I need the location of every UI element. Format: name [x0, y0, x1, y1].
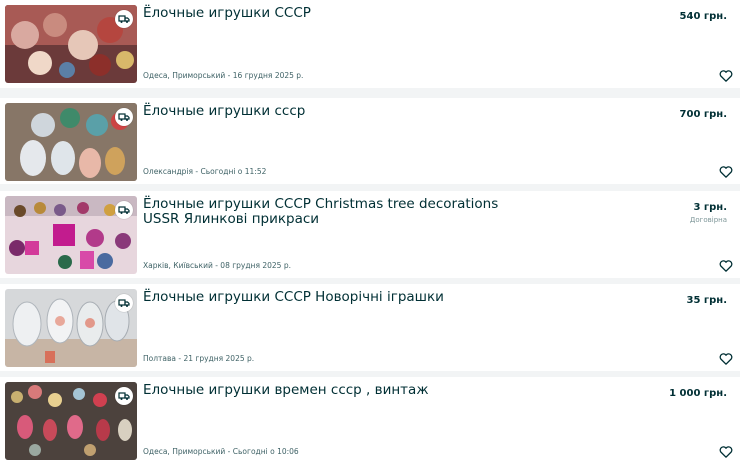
- listing-price: 700 грн.: [679, 109, 727, 120]
- listing-price: 35 грн.: [686, 295, 728, 306]
- listing-title[interactable]: Ёлочные игрушки ссср: [143, 104, 483, 119]
- listing-price: 3 грн.: [693, 202, 727, 213]
- listing-location-date: Одеса, Приморський - 16 грудня 2025 р.: [143, 71, 304, 80]
- listing-photo[interactable]: [5, 382, 137, 460]
- heart-outline-icon[interactable]: [719, 445, 733, 459]
- heart-outline-icon[interactable]: [719, 259, 733, 273]
- listing-card[interactable]: Ёлочные игрушки ссср Олександрія - Сього…: [0, 98, 740, 184]
- listing-card[interactable]: Ёлочные игрушки СССР Новорічні іграшки П…: [0, 284, 740, 371]
- listing-card[interactable]: Ёлочные игрушки СССР Christmas tree deco…: [0, 191, 740, 278]
- listing-list: Ёлочные игрушки СССР Одеса, Приморський …: [0, 0, 740, 464]
- listing-title[interactable]: Ёлочные игрушки СССР Christmas tree deco…: [143, 197, 503, 227]
- heart-outline-icon[interactable]: [719, 352, 733, 366]
- delivery-truck-icon: [115, 387, 133, 405]
- listing-title[interactable]: Елочные игрушки времен ссср , винтаж: [143, 383, 503, 398]
- listing-photo[interactable]: [5, 289, 137, 367]
- listing-location-date: Олександрія - Сьогодні о 11:52: [143, 167, 267, 176]
- delivery-truck-icon: [115, 201, 133, 219]
- listing-location-date: Одеса, Приморський - Сьогодні о 10:06: [143, 447, 299, 456]
- listing-title[interactable]: Ёлочные игрушки СССР: [143, 6, 483, 21]
- listing-photo[interactable]: [5, 196, 137, 274]
- heart-outline-icon[interactable]: [719, 165, 733, 179]
- listing-photo[interactable]: [5, 103, 137, 181]
- listing-location-date: Полтава - 21 грудня 2025 р.: [143, 354, 255, 363]
- listing-card[interactable]: Елочные игрушки времен ссср , винтаж Оде…: [0, 377, 740, 464]
- heart-outline-icon[interactable]: [719, 69, 733, 83]
- listing-photo[interactable]: [5, 5, 137, 83]
- listing-price: 540 грн.: [679, 11, 727, 22]
- listing-title[interactable]: Ёлочные игрушки СССР Новорічні іграшки: [143, 290, 503, 305]
- listing-location-date: Харків, Київський - 08 грудня 2025 р.: [143, 261, 291, 270]
- delivery-truck-icon: [115, 108, 133, 126]
- delivery-truck-icon: [115, 294, 133, 312]
- price-negotiable-label: Договірна: [689, 216, 727, 224]
- delivery-truck-icon: [115, 10, 133, 28]
- listing-card[interactable]: Ёлочные игрушки СССР Одеса, Приморський …: [0, 0, 740, 88]
- listing-price: 1 000 грн.: [669, 388, 727, 399]
